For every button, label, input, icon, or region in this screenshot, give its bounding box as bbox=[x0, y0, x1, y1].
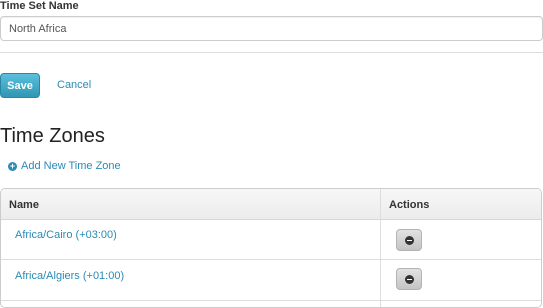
time-zones-table: Name Actions Africa/Cairo (+03:00) Afric… bbox=[0, 188, 542, 308]
column-header-name: Name bbox=[9, 199, 39, 211]
add-time-zone-label: Add New Time Zone bbox=[21, 160, 121, 172]
remove-button[interactable] bbox=[396, 229, 422, 251]
section-title: Time Zones bbox=[0, 125, 105, 147]
column-header-actions: Actions bbox=[389, 199, 430, 211]
save-button[interactable]: Save bbox=[0, 73, 40, 98]
add-time-zone-link[interactable]: + Add New Time Zone bbox=[8, 160, 121, 172]
divider bbox=[0, 52, 543, 53]
minus-circle-icon bbox=[404, 274, 414, 284]
time-zone-link[interactable]: Africa/Cairo (+03:00) bbox=[15, 229, 117, 241]
time-zone-link[interactable]: Africa/Algiers (+01:00) bbox=[15, 270, 124, 282]
time-set-name-input[interactable] bbox=[0, 16, 543, 41]
table-row: Africa/Algiers (+01:00) bbox=[1, 260, 541, 301]
plus-circle-icon: + bbox=[8, 160, 17, 171]
minus-circle-icon bbox=[404, 235, 414, 245]
time-set-name-label: Time Set Name bbox=[0, 0, 79, 12]
remove-button[interactable] bbox=[396, 268, 422, 290]
cancel-link[interactable]: Cancel bbox=[57, 79, 91, 91]
table-header: Name Actions bbox=[1, 189, 541, 220]
table-row: Africa/Cairo (+03:00) bbox=[1, 219, 541, 260]
